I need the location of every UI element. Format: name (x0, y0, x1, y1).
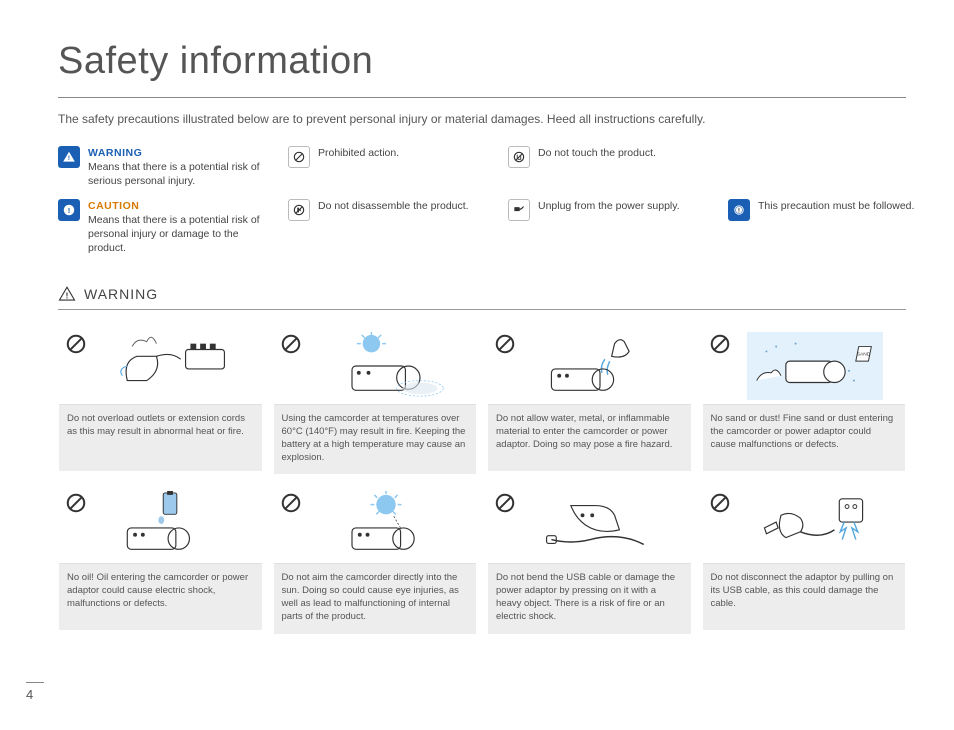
prohibit-icon (709, 333, 731, 355)
legend-must: ! This precaution must be followed. (728, 199, 918, 256)
must-follow-icon: ! (728, 199, 750, 221)
safety-card: SAND No sand or dust! Fine sand or dust … (702, 326, 907, 475)
legend-caution-title: CAUTION (88, 199, 278, 213)
notouch-icon (508, 146, 530, 168)
legend-warning: ! WARNING Means that there is a potentia… (58, 146, 278, 189)
page-title: Safety information (58, 40, 906, 83)
svg-text:!: ! (738, 207, 740, 214)
legend-disassemble: Do not disassemble the product. (288, 199, 498, 256)
illustration-water (516, 331, 685, 400)
illustration-unplug-cable (731, 490, 900, 559)
safety-card: No oil! Oil entering the camcorder or po… (58, 485, 263, 634)
prohibit-icon (709, 492, 731, 514)
safety-card-text: Do not aim the camcorder directly into t… (274, 564, 477, 633)
safety-card: Do not disconnect the adaptor by pulling… (702, 485, 907, 634)
safety-card-text: Do not allow water, metal, or inflammabl… (488, 405, 691, 471)
safety-card: Do not bend the USB cable or damage the … (487, 485, 692, 634)
prohibit-icon (280, 333, 302, 355)
safety-card-text: No sand or dust! Fine sand or dust enter… (703, 405, 906, 471)
illustration-overload (87, 331, 256, 400)
illustration-oil (87, 490, 256, 559)
disassemble-icon (288, 199, 310, 221)
title-divider (58, 97, 906, 98)
warning-section-header: ! WARNING (58, 285, 906, 303)
unplug-icon (508, 199, 530, 221)
safety-card-text: Do not overload outlets or extension cor… (59, 405, 262, 471)
safety-card-text: No oil! Oil entering the camcorder or po… (59, 564, 262, 630)
legend-grid: ! WARNING Means that there is a potentia… (58, 146, 906, 255)
svg-text:!: ! (68, 155, 70, 162)
prohibit-icon (494, 492, 516, 514)
safety-card: Do not aim the camcorder directly into t… (273, 485, 478, 634)
warning-section-title: WARNING (84, 286, 158, 302)
safety-cards-grid: Do not overload outlets or extension cor… (58, 326, 906, 635)
legend-unplug-text: Unplug from the power supply. (538, 200, 680, 212)
legend-notouch-text: Do not touch the product. (538, 147, 656, 159)
caution-circle-icon: ! (58, 199, 80, 221)
prohibit-icon (65, 333, 87, 355)
prohibit-icon (494, 333, 516, 355)
prohibited-icon (288, 146, 310, 168)
legend-warning-desc: Means that there is a potential risk of … (88, 161, 260, 187)
legend-prohibited-text: Prohibited action. (318, 147, 399, 159)
illustration-sun (302, 490, 471, 559)
svg-text:!: ! (66, 292, 69, 301)
legend-caution: ! CAUTION Means that there is a potentia… (58, 199, 278, 256)
svg-text:SAND: SAND (857, 351, 871, 357)
safety-card: Do not allow water, metal, or inflammabl… (487, 326, 692, 475)
illustration-heat (302, 331, 471, 400)
safety-card-text: Do not disconnect the adaptor by pulling… (703, 564, 906, 630)
prohibit-icon (280, 492, 302, 514)
safety-card: Do not overload outlets or extension cor… (58, 326, 263, 475)
illustration-cable-bend (516, 490, 685, 559)
warning-triangle-small-icon: ! (58, 285, 76, 303)
legend-caution-desc: Means that there is a potential risk of … (88, 214, 260, 254)
safety-card: Using the camcorder at temperatures over… (273, 326, 478, 475)
legend-warning-title: WARNING (88, 146, 278, 160)
prohibit-icon (65, 492, 87, 514)
legend-must-text: This precaution must be followed. (758, 200, 914, 212)
safety-card-text: Do not bend the USB cable or damage the … (488, 564, 691, 633)
page-number: 4 (26, 682, 44, 702)
warning-triangle-icon: ! (58, 146, 80, 168)
illustration-sand: SAND (731, 331, 900, 400)
svg-text:!: ! (68, 205, 71, 214)
legend-unplug: Unplug from the power supply. (508, 199, 718, 256)
legend-notouch: Do not touch the product. (508, 146, 718, 189)
legend-prohibited: Prohibited action. (288, 146, 498, 189)
intro-text: The safety precautions illustrated below… (58, 112, 906, 126)
legend-disassemble-text: Do not disassemble the product. (318, 200, 469, 212)
safety-card-text: Using the camcorder at temperatures over… (274, 405, 477, 474)
warning-divider (58, 309, 906, 310)
